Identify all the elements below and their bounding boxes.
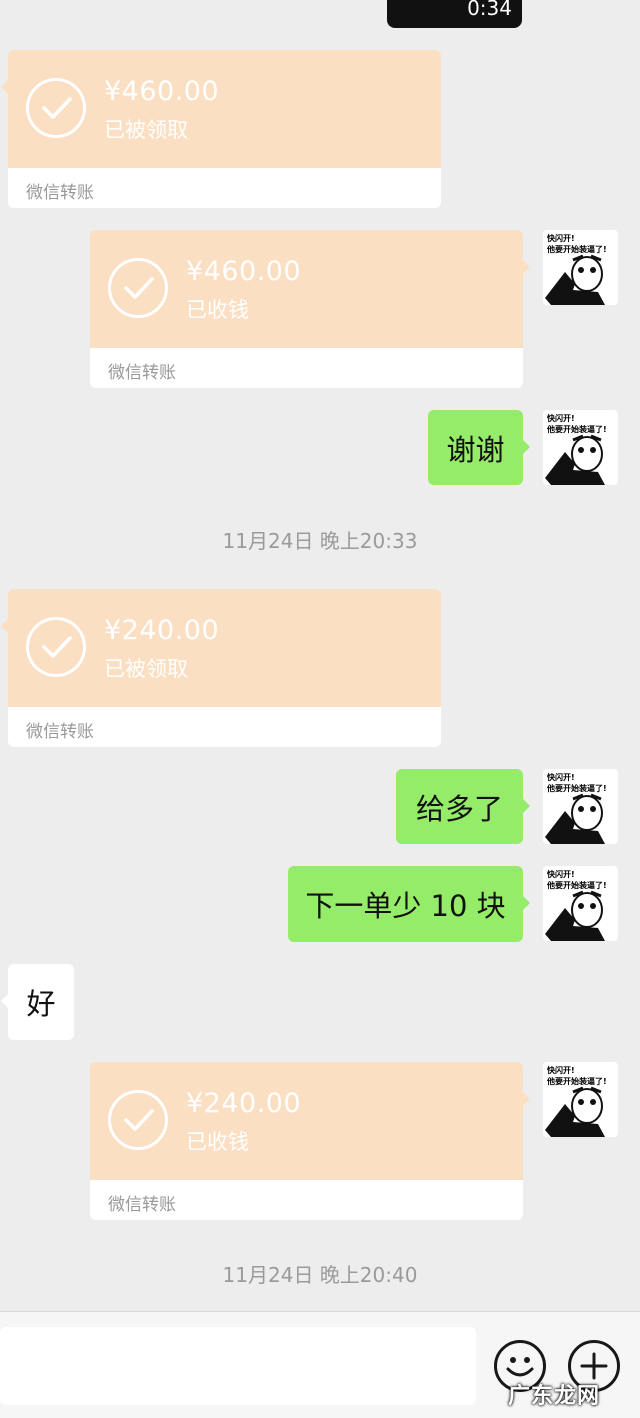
timestamp: 11月24日 晚上20:33 bbox=[222, 529, 418, 553]
bubble-tail bbox=[523, 260, 530, 274]
transfer-card-sent-1[interactable]: ¥460.00 已收钱 微信转账 bbox=[90, 230, 523, 388]
message-input[interactable] bbox=[0, 1327, 476, 1405]
transfer-amount: ¥460.00 bbox=[186, 256, 302, 287]
partial-voice-bubble[interactable]: 0:34 bbox=[387, 0, 522, 28]
transfer-status: 已收钱 bbox=[186, 298, 249, 322]
check-circle-icon bbox=[108, 258, 168, 318]
avatar[interactable]: 快闪开! 他要开始装逼了! bbox=[543, 230, 618, 305]
message-text: 给多了 bbox=[415, 791, 503, 826]
bubble-tail bbox=[523, 799, 530, 813]
bubble-tail bbox=[523, 440, 530, 454]
message-text: 好 bbox=[26, 987, 56, 1021]
transfer-label: 微信转账 bbox=[26, 722, 94, 742]
transfer-status: 已收钱 bbox=[186, 1130, 249, 1154]
partial-bubble-text: 0:34 bbox=[467, 0, 512, 20]
transfer-card-received-2[interactable]: ¥240.00 已被领取 微信转账 bbox=[8, 589, 441, 747]
transfer-label: 微信转账 bbox=[26, 183, 94, 203]
message-text: 谢谢 bbox=[446, 432, 505, 467]
bubble-tail bbox=[523, 1092, 530, 1106]
transfer-label: 微信转账 bbox=[108, 363, 176, 383]
message-bubble-sent[interactable]: 谢谢 bbox=[428, 410, 523, 485]
message-bubble-sent[interactable]: 给多了 bbox=[396, 769, 523, 844]
check-circle-icon bbox=[108, 1090, 168, 1150]
transfer-amount: ¥460.00 bbox=[104, 76, 220, 107]
avatar[interactable]: 快闪开! 他要开始装逼了! bbox=[543, 1062, 618, 1137]
watermark: 广东龙网 bbox=[508, 1384, 601, 1409]
transfer-status: 已被领取 bbox=[104, 657, 188, 681]
transfer-amount: ¥240.00 bbox=[104, 615, 220, 646]
message-bubble-sent[interactable]: 下一单少 10 块 bbox=[288, 866, 523, 942]
message-bubble-received[interactable]: 好 bbox=[8, 964, 74, 1040]
transfer-label: 微信转账 bbox=[108, 1195, 176, 1215]
transfer-status: 已被领取 bbox=[104, 118, 188, 142]
avatar[interactable]: 快闪开! 他要开始装逼了! bbox=[543, 866, 618, 941]
transfer-amount: ¥240.00 bbox=[186, 1088, 302, 1119]
bubble-tail bbox=[523, 896, 530, 910]
check-circle-icon bbox=[26, 78, 86, 138]
avatar[interactable]: 快闪开! 他要开始装逼了! bbox=[543, 769, 618, 844]
transfer-card-sent-2[interactable]: ¥240.00 已收钱 微信转账 bbox=[90, 1062, 523, 1220]
timestamp: 11月24日 晚上20:40 bbox=[222, 1263, 418, 1287]
message-text: 下一单少 10 块 bbox=[305, 889, 506, 923]
bubble-tail bbox=[1, 994, 8, 1008]
bubble-tail bbox=[1, 619, 8, 633]
check-circle-icon bbox=[26, 617, 86, 677]
bubble-tail bbox=[1, 80, 8, 94]
transfer-card-received-1[interactable]: ¥460.00 已被领取 微信转账 bbox=[8, 50, 441, 208]
avatar[interactable]: 快闪开! 他要开始装逼了! bbox=[543, 410, 618, 485]
